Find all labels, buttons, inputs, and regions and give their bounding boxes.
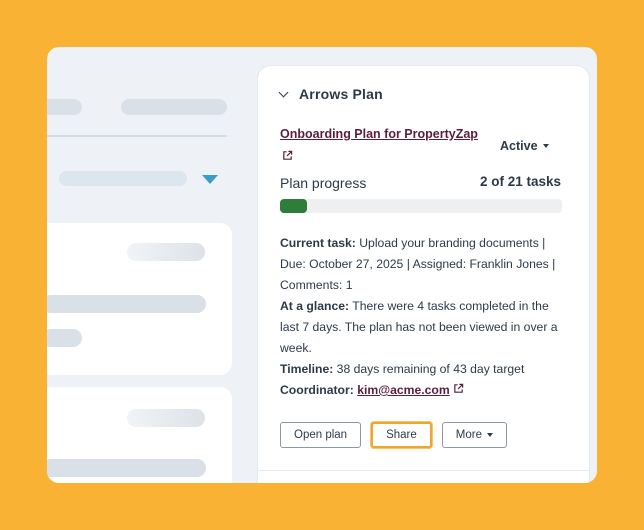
- at-a-glance: At a glance: There were 4 tasks complete…: [280, 296, 570, 359]
- open-plan-button[interactable]: Open plan: [280, 422, 362, 448]
- coordinator-email-link[interactable]: kim@acme.com: [357, 383, 450, 397]
- more-button[interactable]: More: [441, 422, 507, 448]
- external-link-icon[interactable]: [282, 148, 293, 166]
- placeholder-pill: [47, 99, 82, 115]
- current-task: Current task: Upload your branding docum…: [280, 233, 570, 296]
- placeholder-pill: [121, 99, 227, 115]
- app-window: Arrows Plan Onboarding Plan for Property…: [47, 47, 597, 483]
- divider: [258, 470, 589, 471]
- more-button-label: More: [455, 429, 482, 441]
- progress-label: Plan progress: [280, 175, 367, 191]
- progress-fill: [280, 199, 307, 213]
- filter-pill[interactable]: [59, 171, 187, 186]
- coordinator: Coordinator: kim@acme.com: [280, 380, 570, 401]
- panel-header[interactable]: Arrows Plan: [278, 86, 383, 102]
- status-label: Active: [500, 139, 538, 153]
- caret-down-icon: [486, 433, 493, 437]
- glance-label: At a glance:: [280, 299, 350, 313]
- divider: [47, 135, 227, 137]
- placeholder-pill: [127, 409, 205, 427]
- chevron-down-icon[interactable]: [278, 87, 289, 97]
- status-dropdown[interactable]: Active: [500, 139, 549, 153]
- caret-down-icon: [542, 144, 549, 148]
- placeholder-pill: [47, 329, 82, 347]
- plan-link[interactable]: Onboarding Plan for PropertyZap: [280, 127, 478, 141]
- progress-bar: [280, 199, 562, 213]
- plan-panel: Arrows Plan Onboarding Plan for Property…: [257, 65, 590, 483]
- placeholder-pill: [127, 243, 205, 261]
- timeline-label: Timeline:: [280, 362, 334, 376]
- placeholder-pill: [47, 459, 206, 477]
- dropdown-arrow-icon[interactable]: [202, 175, 218, 184]
- panel-title: Arrows Plan: [299, 86, 383, 102]
- action-buttons: Open plan Share More: [280, 422, 507, 448]
- coordinator-label: Coordinator:: [280, 383, 354, 397]
- timeline-text: 38 days remaining of 43 day target: [336, 362, 525, 376]
- placeholder-pill: [47, 295, 206, 313]
- plan-details: Current task: Upload your branding docum…: [280, 233, 570, 401]
- timeline: Timeline: 38 days remaining of 43 day ta…: [280, 359, 570, 380]
- progress-count: 2 of 21 tasks: [479, 174, 561, 189]
- current-task-label: Current task:: [280, 236, 356, 250]
- placeholder-card: [47, 223, 232, 375]
- share-button[interactable]: Share: [371, 422, 432, 448]
- external-link-icon[interactable]: [453, 380, 464, 401]
- placeholder-card: [47, 387, 232, 483]
